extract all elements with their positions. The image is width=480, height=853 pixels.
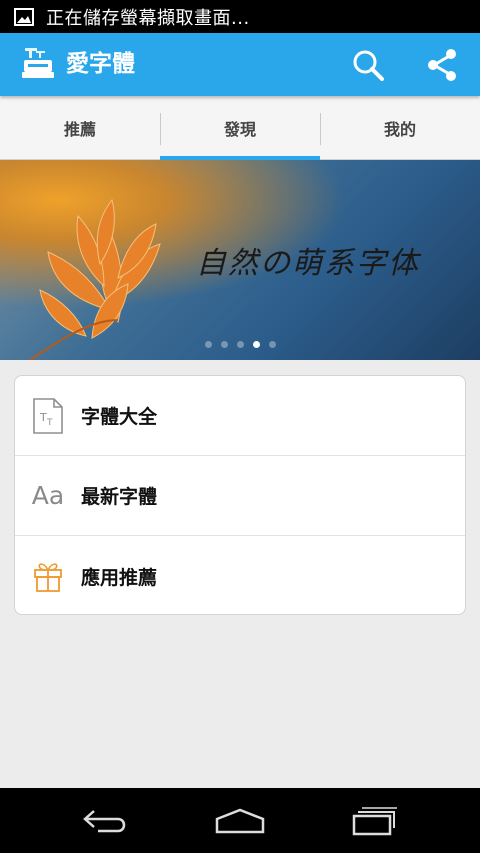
tab-discover[interactable]: 發現 [160, 96, 320, 160]
system-nav-bar [0, 788, 480, 853]
tab-mine[interactable]: 我的 [320, 96, 480, 159]
recent-apps-button[interactable] [344, 802, 404, 840]
menu-item-label: 最新字體 [81, 486, 158, 508]
aa-font-icon: Aa [31, 481, 65, 510]
tab-bar: 推薦 發現 我的 [0, 96, 480, 160]
share-button[interactable] [422, 45, 462, 85]
menu-item-label: 應用推薦 [81, 566, 158, 589]
banner-carousel[interactable]: 自然の萌系字体 [0, 160, 480, 360]
app-logo-icon [22, 48, 54, 78]
image-icon [14, 7, 34, 26]
search-icon [353, 50, 384, 81]
autumn-leaves-image [29, 198, 161, 360]
menu-item-app-recommend[interactable]: 應用推薦 [15, 536, 465, 614]
banner-caption: 自然の萌系字体 [196, 246, 420, 281]
home-icon [215, 808, 265, 834]
font-file-icon: T T [15, 397, 81, 435]
back-button[interactable] [76, 802, 136, 840]
search-button[interactable] [348, 45, 388, 85]
app-bar: 愛字體 [0, 33, 480, 96]
back-icon [83, 810, 126, 833]
gift-icon [15, 559, 81, 593]
discover-menu-card: T T 字體大全 Aa 最新字體 應用推薦 [14, 375, 466, 615]
carousel-dot[interactable] [204, 341, 212, 348]
menu-item-label: 字體大全 [81, 406, 158, 428]
menu-item-latest-fonts[interactable]: Aa 最新字體 [15, 456, 465, 536]
tab-recommend[interactable]: 推薦 [0, 96, 160, 159]
share-icon [428, 49, 456, 81]
carousel-dot[interactable] [236, 341, 244, 348]
carousel-dot-active[interactable] [252, 341, 260, 348]
status-bar: 正在儲存螢幕擷取畫面... [0, 0, 480, 33]
home-button[interactable] [210, 802, 270, 840]
carousel-dot[interactable] [220, 341, 228, 348]
carousel-dot[interactable] [268, 341, 276, 348]
recent-apps-icon [352, 807, 397, 836]
menu-item-font-collection[interactable]: T T 字體大全 [15, 376, 465, 456]
carousel-indicator [0, 341, 480, 348]
svg-text:T: T [46, 418, 53, 428]
status-notification-text: 正在儲存螢幕擷取畫面... [46, 7, 250, 29]
app-title: 愛字體 [66, 51, 135, 77]
svg-text:T: T [39, 411, 47, 424]
